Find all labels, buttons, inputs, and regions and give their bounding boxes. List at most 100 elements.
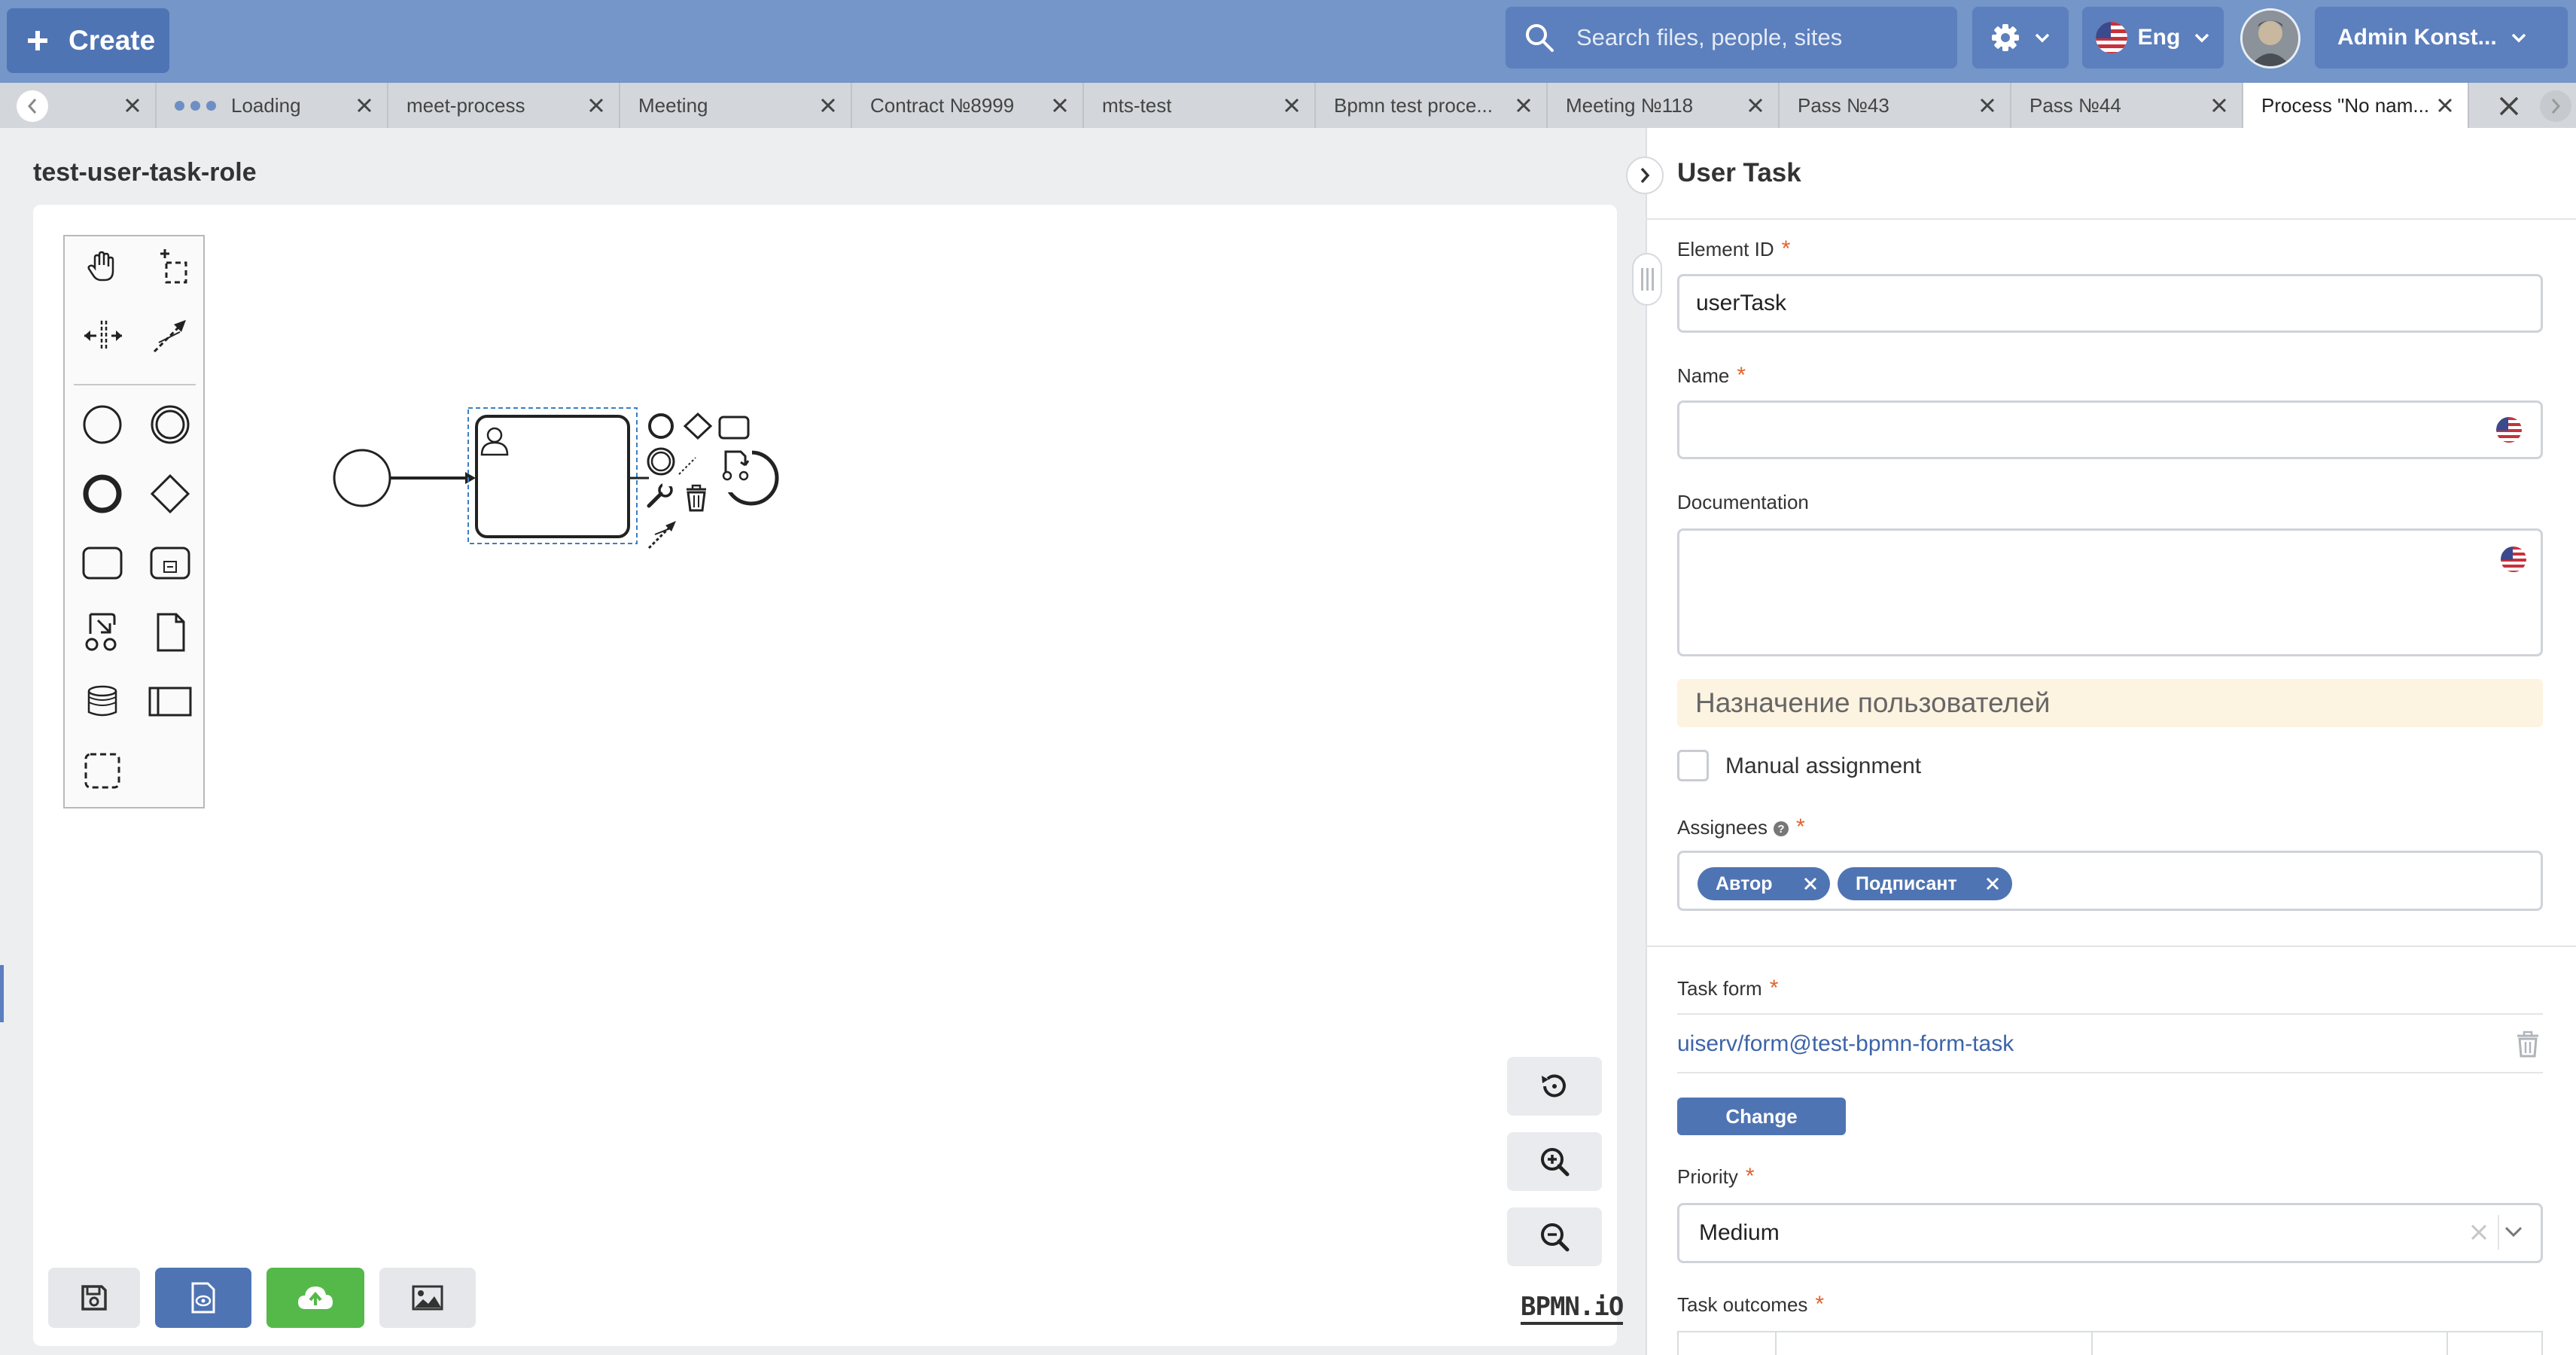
resize-handle[interactable] [1632, 253, 1662, 306]
tab[interactable]: Pass №44 [2011, 83, 2243, 128]
tab[interactable]: Meeting №118 [1548, 83, 1780, 128]
tab[interactable]: Pass №43 [1780, 83, 2011, 128]
append-end-event-icon[interactable] [648, 413, 674, 439]
help-icon[interactable]: ? [1773, 821, 1789, 837]
delete-icon[interactable] [687, 484, 706, 512]
deploy-button[interactable] [266, 1268, 364, 1328]
close-icon[interactable] [587, 96, 605, 114]
append-intermediate-event-icon[interactable] [647, 447, 675, 476]
create-button[interactable]: Create [7, 8, 169, 73]
name-label: Name * [1677, 363, 1746, 388]
close-icon[interactable] [2436, 96, 2454, 114]
tab-active[interactable]: Process "No nam... [2243, 83, 2469, 128]
top-header: Create E [0, 0, 2576, 83]
zoom-out-button[interactable] [1507, 1207, 1602, 1266]
close-all-tabs-icon[interactable] [2498, 95, 2520, 117]
settings-button[interactable] [1972, 7, 2069, 69]
tab[interactable]: Contract №8999 [852, 83, 1084, 128]
trash-icon[interactable] [2516, 1030, 2540, 1058]
chevron-down-icon [2195, 33, 2209, 43]
change-type-icon[interactable] [705, 449, 779, 506]
subprocess-icon[interactable] [146, 539, 194, 587]
connect-tool-icon[interactable] [146, 312, 194, 360]
chevron-down-icon[interactable] [2504, 1226, 2523, 1239]
task-form-label: Task form * [1677, 976, 1779, 1000]
documentation-field[interactable] [1677, 528, 2543, 656]
language-button[interactable]: Eng [2082, 7, 2224, 69]
reset-view-button[interactable] [1507, 1057, 1602, 1116]
user-menu-button[interactable]: Admin Konst... [2315, 7, 2568, 69]
tab[interactable]: meet-process [388, 83, 620, 128]
priority-select[interactable]: Medium [1677, 1203, 2543, 1263]
sequence-flow[interactable] [390, 472, 476, 484]
close-icon[interactable] [1746, 96, 1765, 114]
close-icon[interactable] [1051, 96, 1069, 114]
remove-tag-icon[interactable] [1803, 876, 1818, 891]
append-text-annotation-icon[interactable] [678, 457, 696, 475]
save-button[interactable] [48, 1268, 140, 1328]
save-draft-button[interactable] [155, 1268, 251, 1328]
assignees-field[interactable]: Автор Подписант [1677, 851, 2543, 911]
divider [1646, 218, 2576, 220]
bpmn-canvas[interactable] [33, 205, 1617, 1346]
close-icon[interactable] [1978, 96, 1996, 114]
group-icon[interactable] [78, 747, 126, 795]
hand-tool-icon[interactable] [78, 242, 126, 291]
task-form-link[interactable]: uiserv/form@test-bpmn-form-task [1677, 1031, 2014, 1057]
gateway-icon[interactable] [146, 470, 194, 518]
user-task[interactable] [467, 407, 638, 544]
tabs-scroll-left-button[interactable] [17, 90, 48, 122]
space-tool-icon[interactable] [78, 312, 126, 360]
export-image-button[interactable] [379, 1268, 476, 1328]
end-event-icon[interactable] [78, 470, 126, 518]
tab[interactable]: Loading [157, 83, 388, 128]
tab[interactable]: mts-test [1084, 83, 1316, 128]
data-store-icon[interactable] [78, 678, 126, 726]
close-icon[interactable] [1515, 96, 1533, 114]
tabs-scroll-right-button[interactable] [2540, 90, 2571, 122]
manual-assignment-label: Manual assignment [1725, 754, 1922, 778]
tab[interactable] [48, 83, 157, 128]
tab[interactable]: Bpmn test proce... [1316, 83, 1548, 128]
start-event-icon[interactable] [78, 400, 126, 449]
bpmn-diagram [333, 407, 779, 550]
append-gateway-icon[interactable] [683, 412, 713, 440]
collapse-panel-button[interactable] [1626, 157, 1664, 194]
bpmn-io-logo[interactable]: BPMN.iO [1521, 1292, 1624, 1325]
manual-assignment-checkbox[interactable] [1677, 750, 1709, 781]
avatar[interactable] [2240, 8, 2300, 69]
element-id-field[interactable] [1677, 274, 2543, 333]
close-icon[interactable] [355, 96, 373, 114]
close-icon[interactable] [819, 96, 837, 114]
assignee-tag: Автор [1698, 867, 1830, 900]
search-input[interactable] [1576, 24, 1938, 51]
pool-icon[interactable] [146, 678, 194, 726]
save-icon [81, 1285, 107, 1311]
zoom-in-button[interactable] [1507, 1132, 1602, 1191]
us-flag-icon [2095, 22, 2127, 53]
search-box[interactable] [1506, 7, 1957, 69]
wrench-icon[interactable] [647, 480, 673, 508]
close-icon[interactable] [2210, 96, 2228, 114]
assignees-label: Assignees? * [1677, 815, 1805, 839]
lasso-tool-icon[interactable] [146, 242, 194, 291]
change-form-button[interactable]: Change [1677, 1098, 1846, 1135]
append-task-icon[interactable] [718, 416, 750, 440]
call-activity-icon[interactable] [78, 608, 126, 656]
close-icon[interactable] [1283, 96, 1301, 114]
data-object-icon[interactable] [146, 608, 194, 656]
remove-tag-icon[interactable] [1985, 876, 2000, 891]
connect-icon[interactable] [647, 521, 676, 550]
us-flag-icon[interactable] [2496, 417, 2522, 443]
cloud-upload-icon [298, 1286, 333, 1309]
tab[interactable]: Meeting [620, 83, 852, 128]
close-icon[interactable] [123, 96, 142, 114]
task-icon[interactable] [78, 539, 126, 587]
intermediate-event-icon[interactable] [146, 400, 194, 449]
divider [2498, 1215, 2499, 1250]
clear-icon[interactable] [2469, 1223, 2489, 1242]
us-flag-icon[interactable] [2501, 547, 2526, 572]
name-field[interactable] [1677, 400, 2543, 459]
start-event[interactable] [333, 449, 391, 507]
chevron-right-icon [1640, 167, 1650, 184]
